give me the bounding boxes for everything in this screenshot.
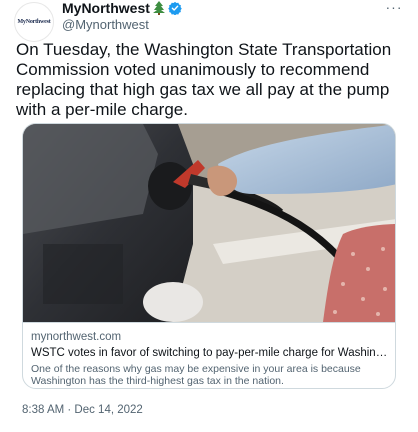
display-name[interactable]: MyNorthwest bbox=[62, 0, 150, 16]
avatar-logo-text: MyNorthwest bbox=[17, 19, 51, 25]
card-domain: mynorthwest.com bbox=[31, 331, 122, 343]
evergreen-tree-icon bbox=[152, 1, 165, 15]
author-name-row: MyNorthwest bbox=[62, 0, 182, 16]
author-handle[interactable]: @Mynorthwest bbox=[62, 17, 149, 32]
tweet-timestamp[interactable]: 8:38 AM · Dec 14, 2022 bbox=[22, 404, 143, 416]
card-meta: mynorthwest.com WSTC votes in favor of s… bbox=[23, 322, 395, 388]
card-title[interactable]: WSTC votes in favor of switching to pay-… bbox=[31, 347, 389, 359]
verified-badge-icon bbox=[168, 1, 182, 16]
card-image[interactable] bbox=[23, 124, 396, 322]
card-description: One of the reasons why gas may be expens… bbox=[31, 363, 361, 387]
avatar[interactable]: MyNorthwest bbox=[14, 2, 54, 42]
tweet-text: On Tuesday, the Washington State Transpo… bbox=[16, 40, 392, 119]
more-options-button[interactable]: ··· bbox=[384, 0, 404, 15]
tweet: MyNorthwest MyNorthwest @Mynorthwest ···… bbox=[0, 0, 418, 432]
link-card[interactable]: mynorthwest.com WSTC votes in favor of s… bbox=[22, 123, 396, 389]
